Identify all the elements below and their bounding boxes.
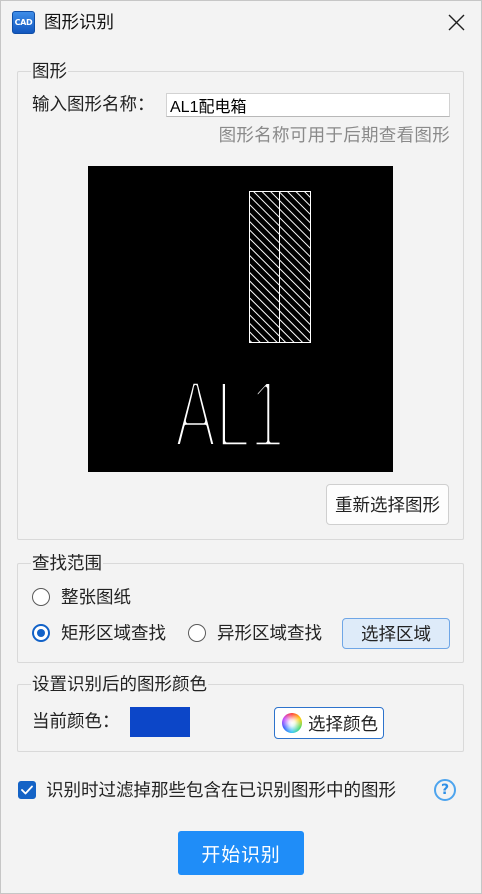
checkmark-icon (21, 785, 33, 795)
hatched-cabinet-shape (249, 191, 311, 343)
cad-app-icon: CAD (12, 11, 35, 34)
shape-name-label: 输入图形名称： (32, 94, 155, 114)
shape-name-hint: 图形名称可用于后期查看图形 (218, 125, 450, 145)
close-button[interactable] (440, 6, 472, 38)
color-wheel-icon (282, 713, 302, 733)
window-title: 图形识别 (44, 12, 114, 32)
radio-whole-drawing[interactable]: 整张图纸 (32, 585, 131, 609)
radio-rect-area[interactable]: 矩形区域查找 (32, 621, 166, 645)
radio-circle[interactable] (32, 588, 50, 606)
preview-shape-label: AL1 (175, 361, 284, 468)
color-group-legend: 设置识别后的图形颜色 (31, 674, 208, 694)
help-icon[interactable]: ? (434, 779, 456, 801)
filter-contained-shapes-option[interactable]: 识别时过滤掉那些包含在已识别图形中的图形 (18, 778, 396, 802)
search-scope-legend: 查找范围 (31, 553, 103, 573)
shape-group: 图形 输入图形名称： 图形名称可用于后期查看图形 AL1 重新选择图形 (17, 61, 464, 540)
app-icon-text: CAD (14, 18, 33, 27)
shape-recognition-dialog: CAD 图形识别 图形 输入图形名称： 图形名称可用于后期查看图形 A (0, 0, 482, 894)
filter-checkbox[interactable] (18, 781, 36, 799)
shape-name-input[interactable] (166, 93, 450, 117)
radio-circle[interactable] (188, 624, 206, 642)
close-icon (448, 14, 464, 30)
current-color-label: 当前颜色： (32, 711, 120, 731)
color-group: 设置识别后的图形颜色 当前颜色： 选择颜色 (17, 674, 464, 752)
radio-circle[interactable] (32, 624, 50, 642)
shape-group-legend: 图形 (31, 61, 68, 81)
radio-label: 整张图纸 (61, 587, 131, 607)
radio-label: 异形区域查找 (217, 623, 322, 643)
radio-irregular-area[interactable]: 异形区域查找 (188, 621, 322, 645)
title-bar[interactable]: CAD 图形识别 (0, 0, 482, 44)
choose-color-button[interactable]: 选择颜色 (274, 707, 384, 739)
start-recognition-button[interactable]: 开始识别 (178, 831, 304, 875)
search-scope-group: 查找范围 整张图纸 矩形区域查找 异形区域查找 选择区域 (17, 553, 464, 663)
shape-preview: AL1 (88, 166, 393, 472)
select-area-button[interactable]: 选择区域 (342, 618, 450, 649)
current-color-swatch (130, 707, 190, 737)
reselect-shape-button[interactable]: 重新选择图形 (326, 484, 449, 525)
filter-option-label: 识别时过滤掉那些包含在已识别图形中的图形 (46, 780, 396, 800)
choose-color-label: 选择颜色 (308, 713, 378, 734)
radio-label: 矩形区域查找 (61, 623, 166, 643)
